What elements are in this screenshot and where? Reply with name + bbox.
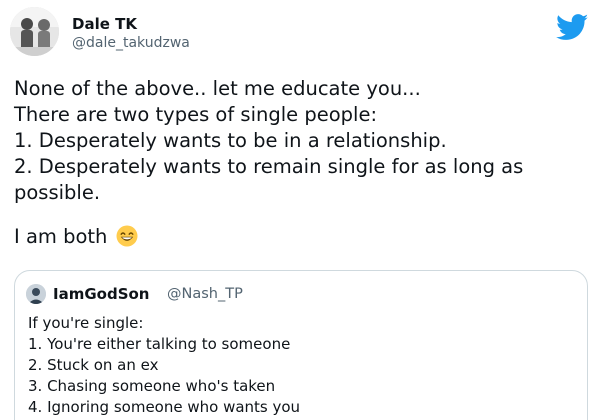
tweet-text-line: 2. Desperately wants to remain single fo…	[14, 155, 524, 178]
avatar-image	[10, 7, 59, 56]
quoted-tweet-text: If you're single: 1. You're either talki…	[28, 313, 578, 418]
quoted-tweet-card[interactable]: IamGodSon @Nash_TP If you're single: 1. …	[14, 270, 588, 420]
author-display-name[interactable]: Dale TK	[72, 15, 137, 33]
quoted-avatar	[26, 284, 46, 304]
avatar[interactable]	[10, 7, 59, 56]
quoted-list-item: 4. Ignoring someone who wants you	[28, 398, 301, 416]
tweet-text: None of the above.. let me educate you..…	[14, 76, 594, 250]
author-handle[interactable]: @dale_takudzwa	[72, 35, 190, 51]
grinning-face-with-smiling-eyes-emoji-icon	[116, 225, 138, 247]
quoted-list-item: 2. Stuck on an ex	[28, 356, 159, 374]
tweet-text-line: 1. Desperately wants to be in a relation…	[14, 129, 447, 152]
twitter-bird-icon[interactable]	[556, 14, 589, 41]
tweet-text-line: There are two types of single people:	[14, 103, 378, 126]
tweet-closing-line: I am both	[14, 224, 594, 250]
tweet-text-line: possible.	[14, 181, 101, 204]
quoted-avatar-image	[26, 284, 46, 304]
tweet-closing-text: I am both	[14, 225, 108, 248]
tweet-text-line: None of the above.. let me educate you..…	[14, 77, 421, 100]
quoted-list-item: 3. Chasing someone who's taken	[28, 377, 276, 395]
quoted-intro: If you're single:	[28, 314, 144, 332]
quoted-author-handle: @Nash_TP	[167, 286, 243, 302]
quoted-author-display-name: IamGodSon	[53, 285, 150, 303]
quoted-list-item: 1. You're either talking to someone	[28, 335, 291, 353]
twitter-bird-icon-graphic	[556, 14, 589, 40]
